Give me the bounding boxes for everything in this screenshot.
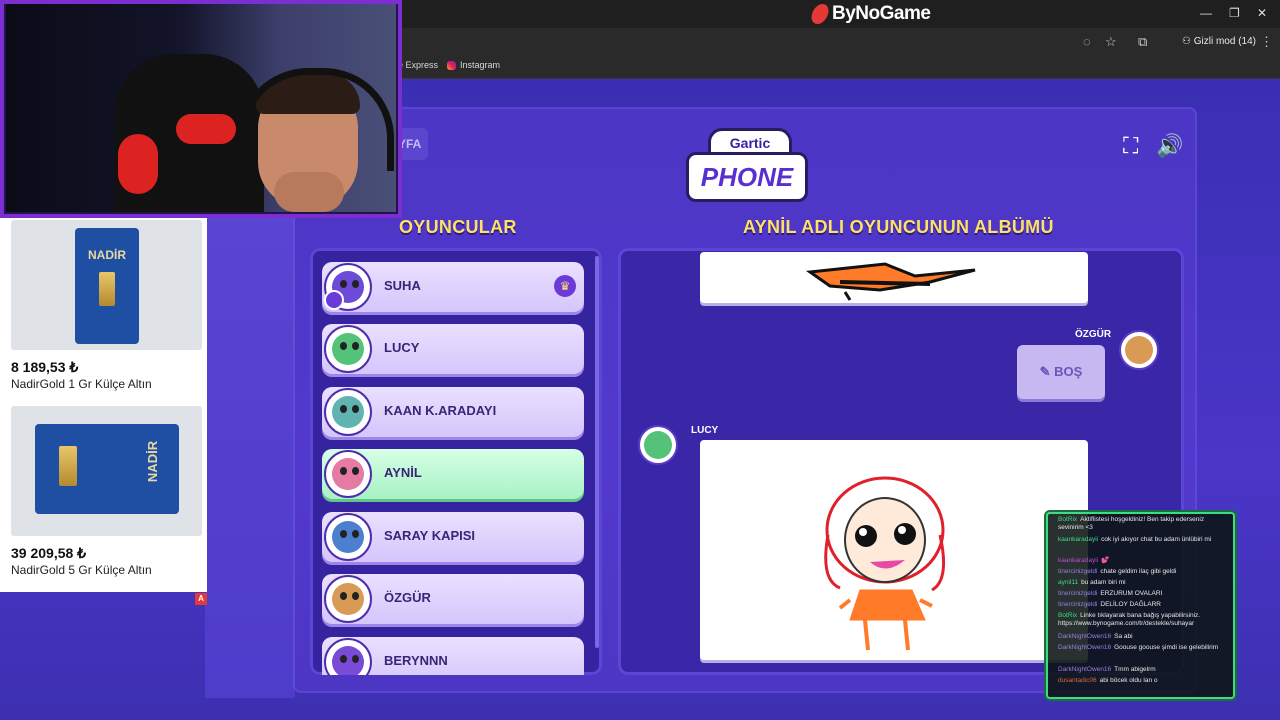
ad-choices-icon[interactable]: A <box>195 593 207 605</box>
avatar <box>324 513 372 561</box>
chat-message: kaankaradayii cok iyi akıyor chat bu adam… <box>1058 536 1212 543</box>
avatar <box>324 575 372 623</box>
player-ozgur[interactable]: ÖZGÜR <box>322 574 584 624</box>
avatar <box>324 450 372 498</box>
player-berynnn[interactable]: BERYNNN <box>322 637 584 675</box>
gartic-phone-logo: Gartic PHONE <box>686 128 808 202</box>
chat-message: tinercinizgeldi chate geldim ilaç gibi ge… <box>1058 568 1177 575</box>
player-suha[interactable]: SUHA ♛ <box>322 262 584 312</box>
chat-message: BotRix Linke tıklayarak bana bağış yapabi… <box>1058 612 1201 627</box>
chat-message: DarkNightOwen16 Goouse goouse şimdi ise g… <box>1058 644 1219 651</box>
extensions-icon[interactable]: ⧉ <box>1138 34 1147 50</box>
chat-message: tinercinizgeldi ERZURUM OVALARI <box>1058 590 1163 597</box>
ad-brand-text: NADİR <box>144 440 160 483</box>
minimize-icon[interactable]: — <box>1200 6 1212 20</box>
chat-message: BotRix Aktiflistesi hoşgeldiniz! Ben taki… <box>1058 516 1205 531</box>
instagram-icon <box>447 61 456 71</box>
star-icon[interactable]: ☆ <box>1105 34 1117 50</box>
avatar-lucy <box>638 425 678 465</box>
volume-icon[interactable]: 🔊 <box>1156 133 1183 159</box>
ad-brand-text: NADİR <box>88 248 126 262</box>
drawing-previous <box>805 262 976 301</box>
chat-message: tinercinizgeldi DELİLOY DAĞLARR <box>1058 601 1161 608</box>
gold-bar <box>59 446 77 486</box>
chat-message: dusantadic06 abi böcek oldu lan o <box>1058 677 1158 684</box>
ad-title[interactable]: NadirGold 1 Gr Külçe Altın <box>11 377 152 391</box>
ad-price[interactable]: 39 209,58 ₺ <box>11 545 86 562</box>
players-heading: OYUNCULAR <box>399 217 517 237</box>
chat-message: DarkNightOwen16 Sa abi <box>1058 633 1133 640</box>
empty-entry-text: BOŞ <box>1054 364 1083 379</box>
player-kaan[interactable]: KAAN K.ARADAYI <box>322 387 584 437</box>
album-author-ozgur: ÖZGÜR <box>1075 329 1112 340</box>
empty-entry-bubble: ✎ BOŞ <box>1017 345 1105 399</box>
bynogame-logo: ByNoGame <box>809 3 931 25</box>
chat-message: DarkNightOwen16 Tmm abigelrm <box>1058 666 1156 673</box>
player-name: BERYNNN <box>384 653 448 668</box>
fullscreen-icon[interactable]: ⛶ <box>1123 133 1138 159</box>
player-name: LUCY <box>384 340 420 355</box>
ad-title[interactable]: NadirGold 5 Gr Külçe Altın <box>11 563 152 577</box>
player-saray-kapisi[interactable]: SARAY KAPISI <box>322 512 584 562</box>
webcam-feed <box>6 4 396 212</box>
mouse-cursor <box>928 589 938 601</box>
ad-image-1[interactable]: NADİR <box>11 220 202 350</box>
webcam-overlay <box>0 0 402 218</box>
ad-sidebar: NADİR 8 189,53 ₺ NadirGold 1 Gr Külçe Al… <box>0 218 207 592</box>
partial-button[interactable]: YFA <box>398 128 428 160</box>
player-lucy[interactable]: LUCY <box>322 324 584 374</box>
ad-image-2[interactable]: NADİR <box>11 406 202 536</box>
avatar <box>324 388 372 436</box>
gold-bar <box>99 272 115 306</box>
avatar <box>324 325 372 373</box>
album-author-lucy: LUCY <box>691 425 719 436</box>
pencil-icon: ✎ <box>1039 364 1051 379</box>
close-icon[interactable]: ✕ <box>1257 6 1267 20</box>
bynogame-bolt-icon <box>809 4 831 24</box>
restore-icon[interactable]: ❐ <box>1229 6 1240 20</box>
ad-price[interactable]: 8 189,53 ₺ <box>11 359 78 376</box>
eye-off-icon[interactable]: ◌ <box>1083 34 1091 49</box>
player-name: SUHA <box>384 278 421 293</box>
host-user-icon <box>324 290 344 310</box>
chat-message: kaankaradayii 💕 <box>1058 557 1110 564</box>
album-heading: AYNİL ADLI OYUNCUNUN ALBÜMÜ <box>743 217 1054 237</box>
players-panel[interactable]: SUHA ♛ LUCY KAAN K.ARADAYI AYNİL SARAY K… <box>310 248 602 675</box>
bookmark-instagram[interactable]: Instagram <box>447 60 500 71</box>
brand-text: ByNoGame <box>832 3 931 24</box>
incognito-badge[interactable]: ⚇ Gizli mod (14) <box>1176 33 1262 51</box>
drawing-card-previous <box>700 252 1088 303</box>
crown-icon: ♛ <box>554 275 576 297</box>
drawing-card-lucy <box>700 440 1088 660</box>
player-name: AYNİL <box>384 465 422 480</box>
incognito-icon: ⚇ <box>1182 36 1191 47</box>
player-name: ÖZGÜR <box>384 590 431 605</box>
player-name: SARAY KAPISI <box>384 528 476 543</box>
avatar <box>324 638 372 675</box>
background-strip <box>205 218 295 698</box>
player-aynil[interactable]: AYNİL <box>322 449 584 499</box>
bookmark-express[interactable]: e Express <box>398 60 438 70</box>
stream-chat-overlay: BotRix Aktiflistesi hoşgeldiniz! Ben taki… <box>1046 512 1235 699</box>
incognito-label: Gizli mod (14) <box>1193 36 1256 47</box>
player-name: KAAN K.ARADAYI <box>384 403 497 418</box>
drawing-girl <box>824 476 946 651</box>
headset <box>238 68 394 171</box>
logo-main-text: PHONE <box>686 152 808 202</box>
chat-message: aynil11 bu adam biri mi <box>1058 579 1126 586</box>
players-scrollbar[interactable] <box>595 256 599 648</box>
avatar-ozgur <box>1119 330 1159 370</box>
